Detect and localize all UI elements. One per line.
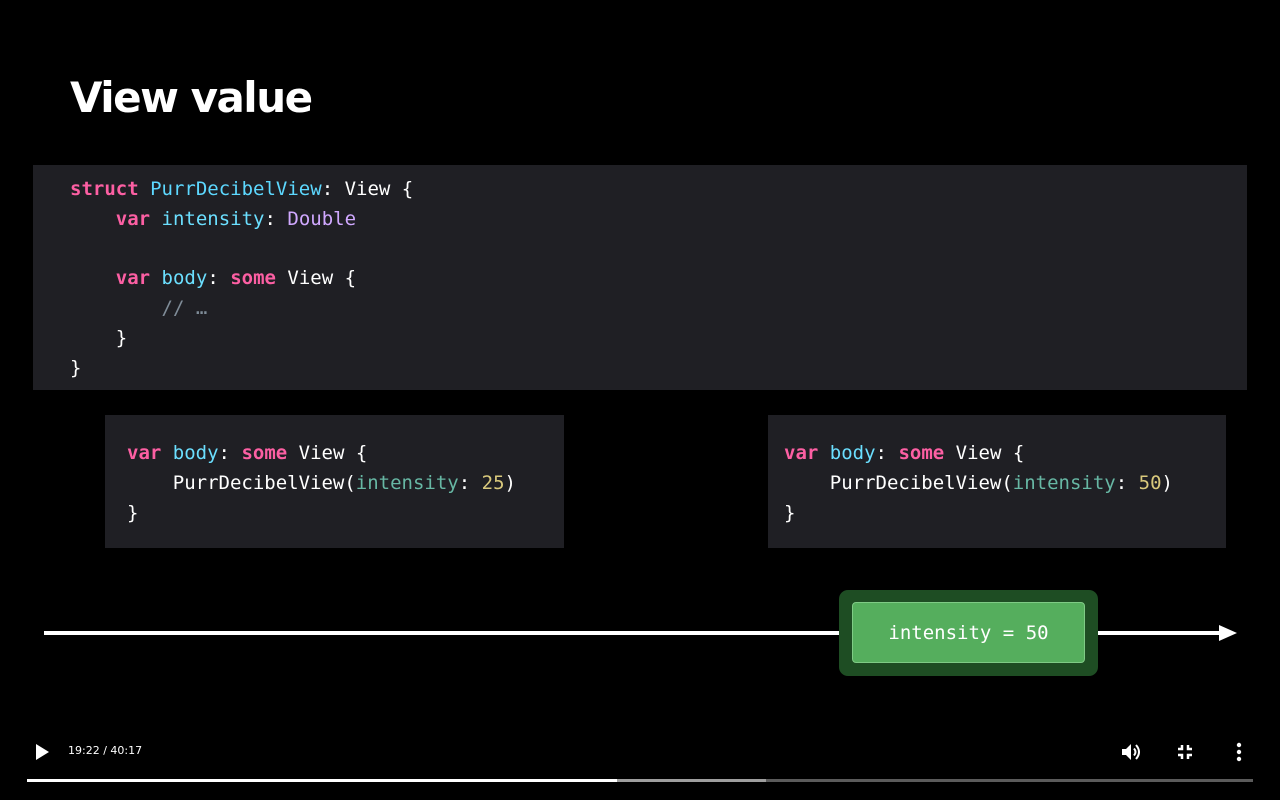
slide-title: View value (70, 73, 313, 122)
video-frame: View value struct PurrDecibelView: View … (0, 0, 1280, 800)
code-token: intensity (161, 207, 265, 230)
code-line: struct PurrDecibelView: View { (70, 175, 1247, 205)
code-line: var body: some View { (127, 439, 564, 469)
code-token: : (1115, 471, 1139, 494)
code-line: var body: some View { (784, 439, 1226, 469)
play-button[interactable] (28, 738, 56, 766)
code-token: var (127, 442, 162, 464)
play-icon (36, 744, 49, 760)
code-line: } (127, 499, 564, 529)
exit-fullscreen-icon (1178, 745, 1192, 759)
code-token: : View { (321, 178, 414, 200)
timeline-arrow-icon (1219, 625, 1237, 641)
code-token: body (161, 267, 208, 290)
code-token: some (241, 442, 288, 464)
code-token: View { (275, 267, 357, 290)
code-token: var (784, 442, 819, 464)
code-token: } (784, 501, 796, 524)
code-line: var body: some View { (70, 264, 1247, 294)
body-code-block-intensity-25: var body: some View { PurrDecibelView(in… (105, 415, 564, 548)
code-token: : (218, 442, 242, 464)
code-token: : (264, 207, 288, 230)
code-line: } (70, 354, 1247, 384)
code-token: intensity (1012, 471, 1116, 494)
code-line: PurrDecibelView(intensity: 25) (127, 469, 564, 499)
code-token: var (115, 267, 151, 290)
more-options-button[interactable] (1225, 738, 1253, 766)
code-token: PurrDecibelView( (127, 471, 356, 494)
code-token: 25 (481, 471, 505, 494)
code-token: body (829, 442, 876, 464)
struct-code-block: struct PurrDecibelView: View { var inten… (33, 165, 1247, 390)
code-token: } (127, 501, 139, 524)
progress-bar[interactable] (27, 779, 1253, 782)
video-controls: 19:22 / 40:17 (0, 730, 1280, 800)
exit-fullscreen-button[interactable] (1171, 738, 1199, 766)
intensity-event-chip: intensity = 50 (852, 602, 1085, 663)
code-token: Double (287, 207, 357, 230)
code-token: // … (161, 297, 208, 320)
code-token: PurrDecibelView( (784, 471, 1013, 494)
code-line: var intensity: Double (70, 205, 1247, 235)
code-line: // … (70, 294, 1247, 324)
code-token: var (115, 207, 151, 230)
code-token: View { (287, 442, 368, 464)
code-token: View { (944, 442, 1025, 464)
volume-button[interactable] (1117, 738, 1145, 766)
code-token: struct (70, 178, 139, 200)
code-token: some (898, 442, 945, 464)
code-token: body (172, 442, 219, 464)
code-token: some (230, 267, 276, 290)
code-token: ) (1161, 471, 1173, 494)
code-token: } (70, 326, 128, 349)
body-code-block-intensity-50: var body: some View { PurrDecibelView(in… (768, 415, 1226, 548)
code-token: : (875, 442, 899, 464)
code-token: 50 (1138, 471, 1162, 494)
more-options-icon (1236, 742, 1242, 762)
code-token: } (70, 356, 82, 379)
volume-icon (1122, 744, 1140, 760)
code-token: : (207, 267, 231, 290)
code-line: } (784, 499, 1226, 529)
code-token: intensity (355, 471, 459, 494)
progress-played (27, 779, 617, 782)
code-token: ) (504, 471, 516, 494)
time-display: 19:22 / 40:17 (68, 744, 143, 757)
code-line: } (70, 324, 1247, 354)
code-token: PurrDecibelView (150, 178, 322, 200)
code-token: : (458, 471, 482, 494)
code-line: PurrDecibelView(intensity: 50) (784, 469, 1226, 499)
